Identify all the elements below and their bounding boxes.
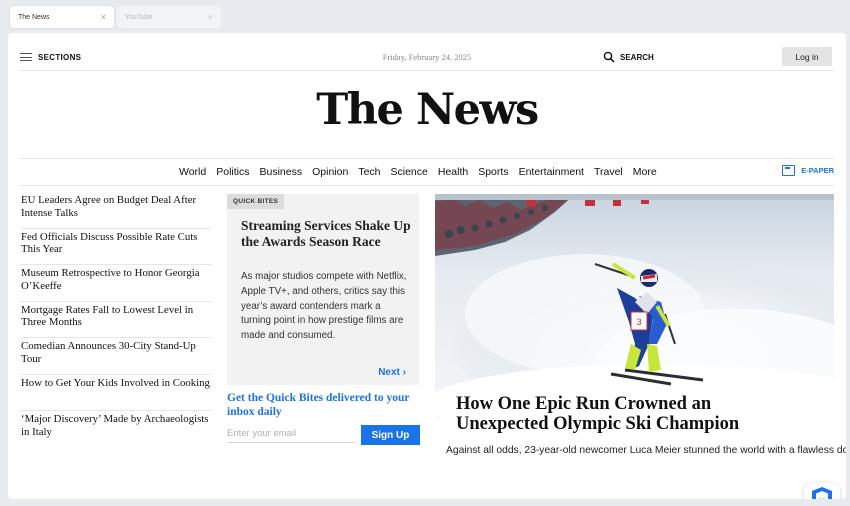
headline-link[interactable]: Museum Retrospective to Honor Georgia O’… [20, 265, 212, 302]
headline-link[interactable]: ‘Major Discovery’ Made by Archaeologists… [20, 411, 212, 448]
epaper-link[interactable]: E-PAPER [782, 165, 834, 176]
browser-tab-strip: The News × YouTube × [10, 6, 221, 30]
next-button[interactable]: Next › [378, 367, 406, 378]
headline-link[interactable]: EU Leaders Agree on Budget Deal After In… [20, 192, 212, 229]
nav-item-health[interactable]: Health [438, 166, 468, 178]
nav-item-opinion[interactable]: Opinion [312, 166, 348, 178]
top-bar: SECTIONS Friday, February 24, 2025 SEARC… [20, 43, 834, 71]
newsletter-heading: Get the Quick Bites delivered to your in… [227, 392, 410, 418]
nav-item-travel[interactable]: Travel [594, 166, 623, 178]
headline-list: EU Leaders Agree on Budget Deal After In… [20, 192, 212, 448]
headline-link[interactable]: Mortgage Rates Fall to Lowest Level in T… [20, 302, 212, 338]
email-input[interactable] [227, 425, 355, 443]
current-date: Friday, February 24, 2025 [382, 52, 472, 62]
svg-text:3: 3 [636, 317, 641, 327]
sign-up-button[interactable]: Sign Up [361, 425, 420, 445]
quick-bites-text: As major studios compete with Netflix, A… [241, 271, 407, 342]
tab-youtube[interactable]: YouTube × [117, 6, 221, 28]
search-label: SEARCH [620, 52, 654, 62]
security-extension-button[interactable] [804, 483, 840, 499]
quick-bites-card: QUICK BITES Streaming Services Shake Up … [227, 194, 419, 385]
masthead-logo[interactable]: The News [8, 85, 846, 135]
tab-title: The News [18, 13, 50, 21]
section-nav: World Politics Business Opinion Tech Science H… [20, 159, 834, 185]
headline-link[interactable]: Fed Officials Discuss Possible Rate Cuts… [20, 229, 212, 265]
nav-item-sports[interactable]: Sports [478, 166, 508, 178]
close-icon[interactable]: × [208, 12, 213, 22]
sections-button[interactable]: SECTIONS [20, 53, 81, 62]
epaper-label: E-PAPER [801, 166, 834, 175]
tab-the-news[interactable]: The News × [10, 6, 114, 28]
divider [20, 70, 834, 71]
divider [20, 185, 834, 186]
browser-viewport: SECTIONS Friday, February 24, 2025 SEARC… [8, 33, 846, 499]
quick-bites-badge: QUICK BITES [227, 194, 285, 209]
headline-link[interactable]: How to Get Your Kids Involved in Cooking [20, 375, 212, 411]
nav-item-science[interactable]: Science [391, 166, 428, 178]
hero-headline-card: How One Epic Run Crowned an Unexpected O… [446, 386, 790, 442]
nav-item-world[interactable]: World [179, 166, 206, 178]
nav-item-tech[interactable]: Tech [358, 166, 380, 178]
nav-item-politics[interactable]: Politics [216, 166, 249, 178]
hero-description: Against all odds, 23-year-old newcomer L… [446, 445, 846, 456]
nav-item-business[interactable]: Business [260, 166, 303, 178]
shield-icon [810, 486, 834, 499]
search-icon [603, 51, 615, 63]
nav-item-entertainment[interactable]: Entertainment [519, 166, 584, 178]
close-icon[interactable]: × [101, 12, 106, 22]
nav-item-more[interactable]: More [633, 166, 657, 178]
tab-title: YouTube [125, 13, 153, 21]
nav-items: World Politics Business Opinion Tech Science H… [179, 159, 657, 185]
hamburger-icon [20, 53, 32, 61]
headline-link[interactable]: Comedian Announces 30-City Stand-Up Tour [20, 338, 212, 375]
newspaper-icon [782, 165, 796, 176]
sections-label: SECTIONS [38, 52, 82, 62]
quick-bites-title[interactable]: Streaming Services Shake Up the Awards S… [241, 218, 411, 250]
hero-headline[interactable]: How One Epic Run Crowned an Unexpected O… [456, 394, 780, 434]
login-button[interactable]: Log in [782, 47, 832, 66]
search-button[interactable]: SEARCH [603, 51, 654, 63]
